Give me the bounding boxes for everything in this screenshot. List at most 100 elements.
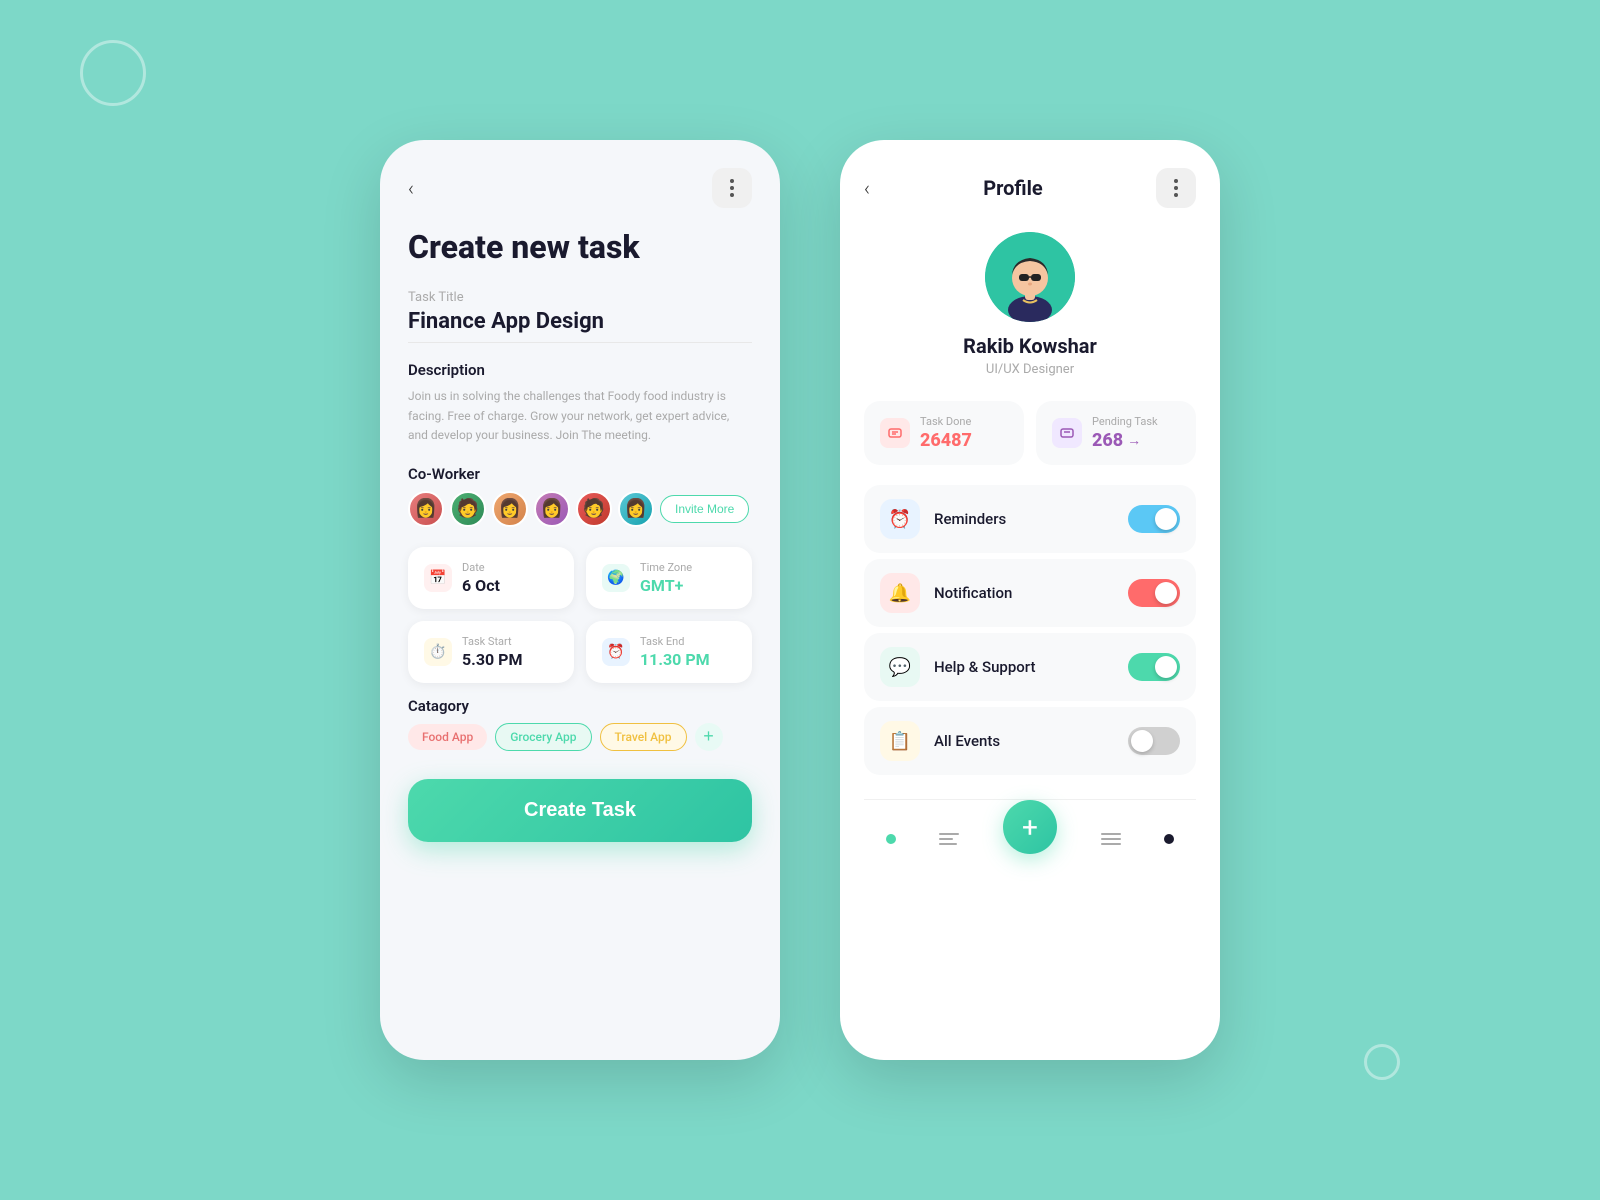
profile-avatar bbox=[985, 232, 1075, 322]
add-tag-button[interactable]: + bbox=[695, 723, 723, 751]
phone1-header: ‹ bbox=[408, 168, 752, 208]
help-support-toggle[interactable] bbox=[1128, 653, 1180, 681]
phone2-header: ‹ Profile bbox=[864, 168, 1196, 208]
help-support-row: 💬 Help & Support bbox=[864, 633, 1196, 701]
task-start-info: Task Start 5.30 PM bbox=[462, 635, 522, 669]
nav-menu-icon[interactable] bbox=[939, 833, 959, 845]
coworker-avatar-6: 👩 bbox=[618, 491, 654, 527]
nav-profile-dot[interactable] bbox=[1164, 834, 1174, 844]
task-done-card[interactable]: Task Done 26487 bbox=[864, 401, 1024, 465]
stats-row: Task Done 26487 Pending Task 268 → bbox=[864, 401, 1196, 465]
page-title: Create new task bbox=[408, 228, 752, 266]
task-done-value: 26487 bbox=[920, 430, 972, 451]
all-events-label: All Events bbox=[934, 732, 1000, 750]
all-events-row: 📋 All Events bbox=[864, 707, 1196, 775]
description-label: Description bbox=[408, 361, 752, 379]
all-events-toggle[interactable] bbox=[1128, 727, 1180, 755]
coworker-avatar-3: 👩 bbox=[492, 491, 528, 527]
tag-grocery[interactable]: Grocery App bbox=[495, 723, 591, 751]
task-done-icon bbox=[880, 418, 910, 448]
coworker-avatar-1: 👩 bbox=[408, 491, 444, 527]
timezone-value: GMT+ bbox=[640, 576, 692, 595]
profile-more-button[interactable] bbox=[1156, 168, 1196, 208]
coworker-avatar-4: 👩 bbox=[534, 491, 570, 527]
task-end-card[interactable]: ⏰ Task End 11.30 PM bbox=[586, 621, 752, 683]
bottom-nav: + bbox=[864, 799, 1196, 866]
phone-profile: ‹ Profile bbox=[840, 140, 1220, 1060]
tag-travel[interactable]: Travel App bbox=[600, 723, 687, 751]
task-done-info: Task Done 26487 bbox=[920, 415, 972, 451]
help-support-left: 💬 Help & Support bbox=[880, 647, 1035, 687]
all-events-toggle-knob bbox=[1131, 730, 1153, 752]
notification-row: 🔔 Notification bbox=[864, 559, 1196, 627]
task-end-icon: ⏰ bbox=[602, 638, 630, 666]
task-done-label: Task Done bbox=[920, 415, 972, 428]
phone-create-task: ‹ Create new task Task Title Finance App… bbox=[380, 140, 780, 1060]
profile-role: UI/UX Designer bbox=[986, 362, 1074, 377]
avatar-section: Rakib Kowshar UI/UX Designer bbox=[864, 232, 1196, 377]
task-title-field: Task Title Finance App Design bbox=[408, 290, 752, 343]
timezone-label: Time Zone bbox=[640, 561, 692, 574]
task-start-card[interactable]: ⏱️ Task Start 5.30 PM bbox=[408, 621, 574, 683]
profile-more-icon bbox=[1174, 179, 1178, 197]
pending-label: Pending Task bbox=[1092, 415, 1158, 428]
date-label: Date bbox=[462, 561, 500, 574]
notification-icon: 🔔 bbox=[880, 573, 920, 613]
all-events-left: 📋 All Events bbox=[880, 721, 1000, 761]
pending-value: 268 → bbox=[1092, 430, 1158, 451]
task-end-label: Task End bbox=[640, 635, 710, 648]
fab-add-button[interactable]: + bbox=[1003, 800, 1057, 854]
category-section: Catagory Food App Grocery App Travel App… bbox=[408, 697, 752, 751]
notification-label: Notification bbox=[934, 584, 1012, 602]
coworker-avatars: 👩 🧑 👩 👩 🧑 👩 Invite More bbox=[408, 491, 752, 527]
timezone-icon: 🌍 bbox=[602, 564, 630, 592]
phone1-body: ‹ Create new task Task Title Finance App… bbox=[380, 140, 780, 1060]
pending-arrow-icon: → bbox=[1127, 432, 1141, 449]
task-start-icon: ⏱️ bbox=[424, 638, 452, 666]
profile-back-button[interactable]: ‹ bbox=[864, 176, 870, 200]
coworker-avatar-2: 🧑 bbox=[450, 491, 486, 527]
task-start-value: 5.30 PM bbox=[462, 650, 522, 669]
date-icon: 📅 bbox=[424, 564, 452, 592]
category-label: Catagory bbox=[408, 697, 752, 715]
pending-icon bbox=[1052, 418, 1082, 448]
reminders-row: ⏰ Reminders bbox=[864, 485, 1196, 553]
description-section: Description Join us in solving the chall… bbox=[408, 361, 752, 445]
help-support-toggle-knob bbox=[1155, 656, 1177, 678]
profile-name: Rakib Kowshar bbox=[963, 334, 1097, 358]
task-end-value: 11.30 PM bbox=[640, 650, 710, 669]
tag-food[interactable]: Food App bbox=[408, 724, 487, 750]
date-time-grid: 📅 Date 6 Oct 🌍 Time Zone GMT+ ⏱️ Task St… bbox=[408, 547, 752, 683]
notification-left: 🔔 Notification bbox=[880, 573, 1012, 613]
category-tags: Food App Grocery App Travel App + bbox=[408, 723, 752, 751]
back-button[interactable]: ‹ bbox=[408, 176, 414, 200]
avatar-svg bbox=[985, 232, 1075, 322]
pending-task-card[interactable]: Pending Task 268 → bbox=[1036, 401, 1196, 465]
nav-list-icon[interactable] bbox=[1101, 833, 1121, 845]
all-events-icon: 📋 bbox=[880, 721, 920, 761]
date-value: 6 Oct bbox=[462, 576, 500, 595]
reminders-icon: ⏰ bbox=[880, 499, 920, 539]
timezone-card[interactable]: 🌍 Time Zone GMT+ bbox=[586, 547, 752, 609]
invite-more-button[interactable]: Invite More bbox=[660, 495, 749, 523]
nav-home-dot[interactable] bbox=[886, 834, 896, 844]
more-dots-icon bbox=[730, 179, 734, 197]
task-start-label: Task Start bbox=[462, 635, 522, 648]
reminders-toggle[interactable] bbox=[1128, 505, 1180, 533]
pending-info: Pending Task 268 → bbox=[1092, 415, 1158, 451]
date-card[interactable]: 📅 Date 6 Oct bbox=[408, 547, 574, 609]
reminders-toggle-knob bbox=[1155, 508, 1177, 530]
reminders-left: ⏰ Reminders bbox=[880, 499, 1006, 539]
profile-title: Profile bbox=[983, 176, 1043, 200]
description-text: Join us in solving the challenges that F… bbox=[408, 387, 752, 445]
task-title-label: Task Title bbox=[408, 290, 752, 305]
create-task-button[interactable]: Create Task bbox=[408, 779, 752, 842]
coworker-label: Co-Worker bbox=[408, 465, 752, 483]
notification-toggle[interactable] bbox=[1128, 579, 1180, 607]
settings-list: ⏰ Reminders 🔔 Notification 💬 Help & Supp… bbox=[864, 485, 1196, 775]
more-options-button[interactable] bbox=[712, 168, 752, 208]
task-title-value[interactable]: Finance App Design bbox=[408, 309, 752, 343]
help-support-icon: 💬 bbox=[880, 647, 920, 687]
reminders-label: Reminders bbox=[934, 510, 1006, 528]
timezone-info: Time Zone GMT+ bbox=[640, 561, 692, 595]
